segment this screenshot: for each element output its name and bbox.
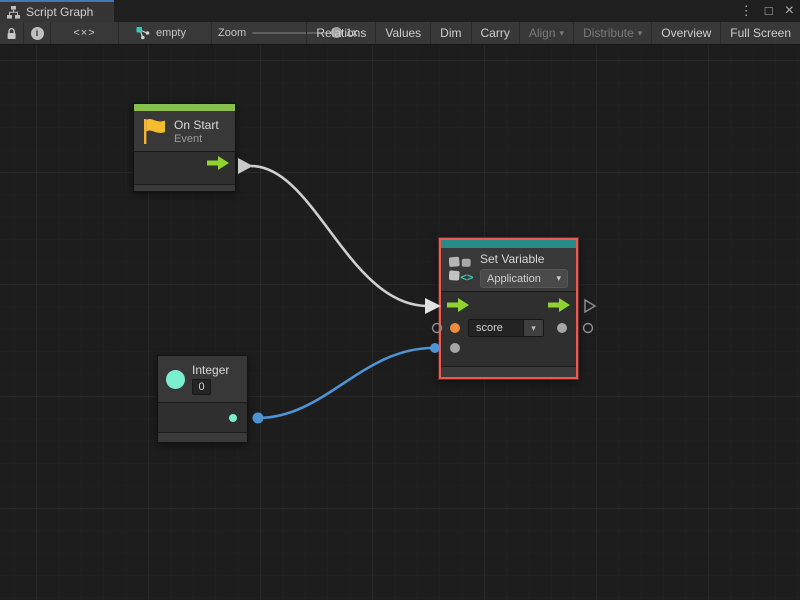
- graph-toolbar: i <×> empty Zoom 1x Relations Values Dim…: [0, 22, 800, 45]
- button-label: Values: [385, 26, 421, 40]
- dim-button[interactable]: Dim: [430, 22, 470, 44]
- fullscreen-button[interactable]: Full Screen: [720, 22, 800, 44]
- toolbar-separator: [211, 22, 212, 44]
- control-output-port[interactable]: [207, 156, 229, 170]
- node-title: On Start: [174, 118, 219, 132]
- tab-title: Script Graph: [26, 5, 93, 19]
- code-brackets-icon: <×>: [73, 27, 95, 39]
- chevron-down-icon: ▾: [560, 29, 565, 38]
- button-label: Overview: [661, 26, 711, 40]
- info-glyph: i: [36, 28, 39, 38]
- graph-canvas[interactable]: On Start Event Integer 0: [0, 45, 800, 600]
- window-close-icon[interactable]: ×: [785, 0, 794, 22]
- variables-icon: <>: [449, 252, 473, 287]
- node-footer: [158, 432, 247, 442]
- object-input-port[interactable]: [450, 323, 460, 333]
- integer-value-field[interactable]: 0: [192, 379, 211, 395]
- button-label: Align: [529, 26, 556, 40]
- distribute-button[interactable]: Distribute ▾: [573, 22, 651, 44]
- node-footer: [441, 366, 576, 377]
- button-label: Full Screen: [730, 26, 791, 40]
- align-button[interactable]: Align ▾: [519, 22, 573, 44]
- node-title: Set Variable: [480, 252, 568, 266]
- carry-button[interactable]: Carry: [471, 22, 519, 44]
- lock-button[interactable]: [0, 22, 24, 44]
- button-label: Dim: [440, 26, 461, 40]
- flag-icon: [142, 118, 167, 145]
- node-title: Integer: [192, 363, 229, 377]
- code-preview-button[interactable]: <×>: [51, 22, 119, 44]
- node-set-variable[interactable]: <> Set Variable Application ▾: [439, 238, 578, 379]
- node-integer[interactable]: Integer 0: [157, 355, 248, 443]
- control-input-port[interactable]: [447, 298, 469, 312]
- toolbar-button-row: Relations Values Dim Carry Align ▾ Distr…: [306, 22, 800, 44]
- node-subtitle: Event: [174, 133, 219, 145]
- wire-layer: [0, 45, 800, 600]
- external-value-output-indicator: [584, 324, 593, 333]
- title-bar: Script Graph ⋮ □ ×: [0, 0, 800, 22]
- variable-name-value: score: [476, 322, 503, 334]
- wire-start-dot: [253, 413, 264, 424]
- info-button[interactable]: i: [24, 22, 51, 44]
- event-color-stripe: [134, 104, 235, 111]
- value-output-port[interactable]: [229, 414, 237, 422]
- variable-name-dropdown[interactable]: score ▾: [468, 319, 544, 337]
- external-control-output-indicator: [585, 300, 595, 312]
- script-graph-icon: [7, 6, 20, 19]
- wire-start-arrow: [238, 158, 253, 174]
- graph-breadcrumb[interactable]: empty: [136, 22, 186, 44]
- window-maximize-icon[interactable]: □: [765, 0, 773, 22]
- button-label: Relations: [316, 26, 366, 40]
- node-footer: [134, 184, 235, 191]
- control-wire[interactable]: [251, 166, 428, 306]
- overview-button[interactable]: Overview: [651, 22, 720, 44]
- variable-color-stripe: [441, 240, 576, 248]
- circle-literal-icon: [166, 370, 185, 389]
- variable-scope-dropdown[interactable]: Application ▾: [480, 269, 568, 288]
- variable-name-dropdown-button[interactable]: ▾: [524, 319, 544, 337]
- value-wire[interactable]: [258, 348, 433, 418]
- node-on-start[interactable]: On Start Event: [133, 103, 236, 192]
- zoom-label: Zoom: [218, 22, 246, 44]
- graph-breadcrumb-label: empty: [156, 27, 186, 39]
- button-label: Distribute: [583, 26, 634, 40]
- chevron-down-icon: ▾: [638, 29, 643, 38]
- scope-value: Application: [487, 273, 541, 285]
- values-button[interactable]: Values: [375, 22, 430, 44]
- integer-value: 0: [198, 381, 204, 393]
- window-menu-icon[interactable]: ⋮: [740, 0, 753, 22]
- chevron-down-icon: ▾: [556, 274, 561, 283]
- variable-name-field[interactable]: score: [468, 319, 524, 337]
- value-output-port[interactable]: [557, 323, 567, 333]
- lock-icon: [6, 27, 17, 40]
- relations-button[interactable]: Relations: [306, 22, 375, 44]
- tab-script-graph[interactable]: Script Graph: [0, 0, 114, 22]
- value-input-port[interactable]: [450, 343, 460, 353]
- angle-brackets-glyph: <>: [460, 271, 473, 284]
- button-label: Carry: [481, 26, 510, 40]
- control-output-port[interactable]: [548, 298, 570, 312]
- info-icon: i: [31, 27, 44, 40]
- graph-pointer-icon: [136, 26, 151, 40]
- chevron-down-icon: ▾: [531, 324, 536, 333]
